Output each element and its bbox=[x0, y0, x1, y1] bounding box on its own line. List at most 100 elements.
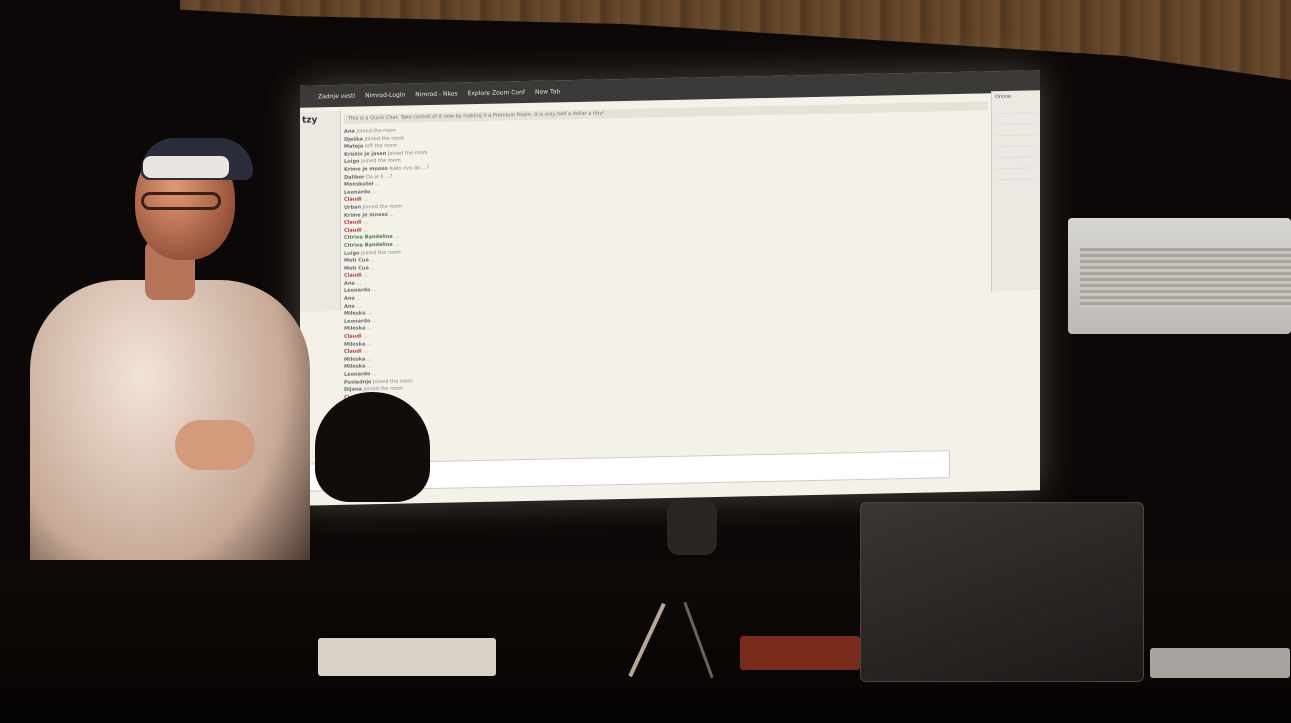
chat-username: Kristin je jasen bbox=[344, 150, 387, 158]
chat-text: ... bbox=[365, 340, 372, 348]
chat-text: ... bbox=[370, 317, 377, 325]
browser-tab-4: Explore Zoom Conf bbox=[467, 88, 525, 97]
chat-text: ... bbox=[392, 241, 400, 248]
chat-username: Urban bbox=[344, 204, 362, 211]
chat-text: Kako ovo da ...? bbox=[387, 165, 429, 172]
chat-text: Joined the room bbox=[359, 158, 401, 165]
chat-text: ... bbox=[354, 295, 362, 302]
chat-username: Mileska bbox=[344, 363, 366, 371]
chat-log: Ana Joined the room Dješka Joined the roo… bbox=[344, 115, 984, 402]
chat-text: ... bbox=[361, 196, 368, 203]
chat-text: ... bbox=[365, 356, 372, 363]
chat-username: Claudi bbox=[344, 196, 362, 204]
chat-username: Leonardo bbox=[344, 318, 371, 325]
chat-username: Citrina Bandelina bbox=[344, 234, 393, 242]
chat-text: Joined the room bbox=[371, 377, 413, 385]
online-user bbox=[996, 104, 1036, 115]
presenter-shirt bbox=[30, 280, 310, 600]
browser-tab-2: Nimrod-Login bbox=[365, 91, 406, 99]
chat-username: Mateja bbox=[344, 143, 364, 151]
presenter-hands bbox=[175, 420, 255, 470]
chat-text: ... bbox=[361, 348, 368, 355]
chat-text: Da je li ...? bbox=[364, 173, 393, 180]
camera-tripod bbox=[605, 500, 745, 680]
chat-text: ... bbox=[370, 188, 377, 196]
chat-username: Leonardo bbox=[344, 371, 371, 378]
chat-text: ... bbox=[370, 287, 377, 294]
browser-tab-3: Nimrod - Nkos bbox=[415, 89, 458, 98]
chat-username: Claudi bbox=[344, 272, 362, 280]
chat-text: ... bbox=[361, 219, 368, 226]
online-user bbox=[996, 126, 1036, 137]
chat-username: Poslednje bbox=[344, 378, 372, 386]
wooden-ceiling bbox=[180, 0, 1291, 80]
chat-username: Mileska bbox=[344, 356, 366, 363]
chat-text: ... bbox=[365, 363, 372, 370]
online-user bbox=[996, 159, 1036, 170]
chat-text: ... bbox=[387, 211, 395, 218]
presenter bbox=[25, 120, 315, 600]
projector bbox=[318, 638, 496, 676]
chat-username: Dijana bbox=[344, 386, 362, 394]
chat-text: ... bbox=[365, 310, 372, 317]
tripod-leg bbox=[628, 602, 666, 678]
chat-username: Ana bbox=[344, 280, 355, 287]
chat-text: ... bbox=[361, 333, 368, 340]
chat-text: ... bbox=[361, 272, 368, 279]
chat-text: ... bbox=[354, 280, 362, 287]
chat-username: Claudi bbox=[344, 219, 362, 226]
chat-text: ... bbox=[370, 371, 377, 378]
chat-username: Mileska bbox=[344, 341, 366, 348]
chat-username: Ana bbox=[344, 303, 355, 310]
chat-text: Joined the room bbox=[361, 203, 403, 211]
chat-username: Claudi bbox=[344, 348, 362, 356]
chat-username: Leonardo bbox=[344, 287, 371, 295]
papers bbox=[1150, 648, 1290, 678]
chat-username: Krime je mnoso bbox=[344, 211, 388, 219]
browser-tab-5: New Tab bbox=[534, 87, 561, 96]
chat-text: Joined the room bbox=[362, 135, 405, 143]
webcam bbox=[667, 500, 717, 555]
red-box bbox=[740, 636, 860, 670]
air-conditioner bbox=[1068, 218, 1291, 334]
chat-text: ... bbox=[373, 181, 380, 188]
chat-username: Citrina Bandelina bbox=[344, 241, 393, 249]
chat-username: Monskutel bbox=[344, 181, 374, 188]
tripod-leg bbox=[683, 601, 714, 679]
chat-text: ... bbox=[354, 303, 362, 310]
online-user bbox=[996, 170, 1036, 181]
browser-tab-1: Zadnje vesti bbox=[318, 92, 356, 100]
chat-text: Joined the room bbox=[359, 249, 401, 257]
audience-head-silhouette bbox=[315, 392, 430, 502]
chat-text: Joined the room bbox=[386, 149, 428, 157]
chat-username: Ana bbox=[344, 295, 355, 302]
online-user bbox=[996, 115, 1036, 126]
presenter-glasses bbox=[141, 192, 221, 210]
chat-username: Claudi bbox=[344, 227, 362, 234]
chat-username: Mileska bbox=[344, 310, 366, 318]
chat-username: Leonardo bbox=[344, 189, 371, 196]
chat-text: ... bbox=[368, 264, 376, 271]
chat-username: Dalibor bbox=[344, 173, 365, 181]
chat-text: ... bbox=[392, 233, 400, 241]
online-user bbox=[996, 148, 1036, 159]
chat-username: Luigo bbox=[344, 158, 360, 166]
chat-text: ... bbox=[361, 227, 368, 234]
chat-username: Dješka bbox=[344, 136, 363, 143]
chat-username: Ana bbox=[344, 128, 355, 135]
chat-username: Mileska bbox=[344, 325, 366, 333]
chat-username: Krime je mnoso bbox=[344, 165, 388, 173]
chat-username: Moti Cua bbox=[344, 264, 369, 272]
online-users-title: Online bbox=[995, 93, 1012, 101]
chat-username: Luigo bbox=[344, 250, 360, 257]
presenter-headband bbox=[143, 156, 229, 178]
photo-scene: Zadnje vesti Nimrod-Login Nimrod - Nkos … bbox=[0, 0, 1291, 723]
laptop-back bbox=[860, 502, 1144, 682]
online-user bbox=[996, 137, 1036, 148]
chat-text: left the room bbox=[363, 142, 398, 150]
online-users-panel: Online bbox=[991, 90, 1040, 292]
chat-username: Claudi bbox=[344, 333, 362, 340]
chat-username: Moti Cua bbox=[344, 257, 369, 264]
chat-text: Joined the room bbox=[354, 127, 397, 135]
chat-text: ... bbox=[365, 325, 372, 332]
